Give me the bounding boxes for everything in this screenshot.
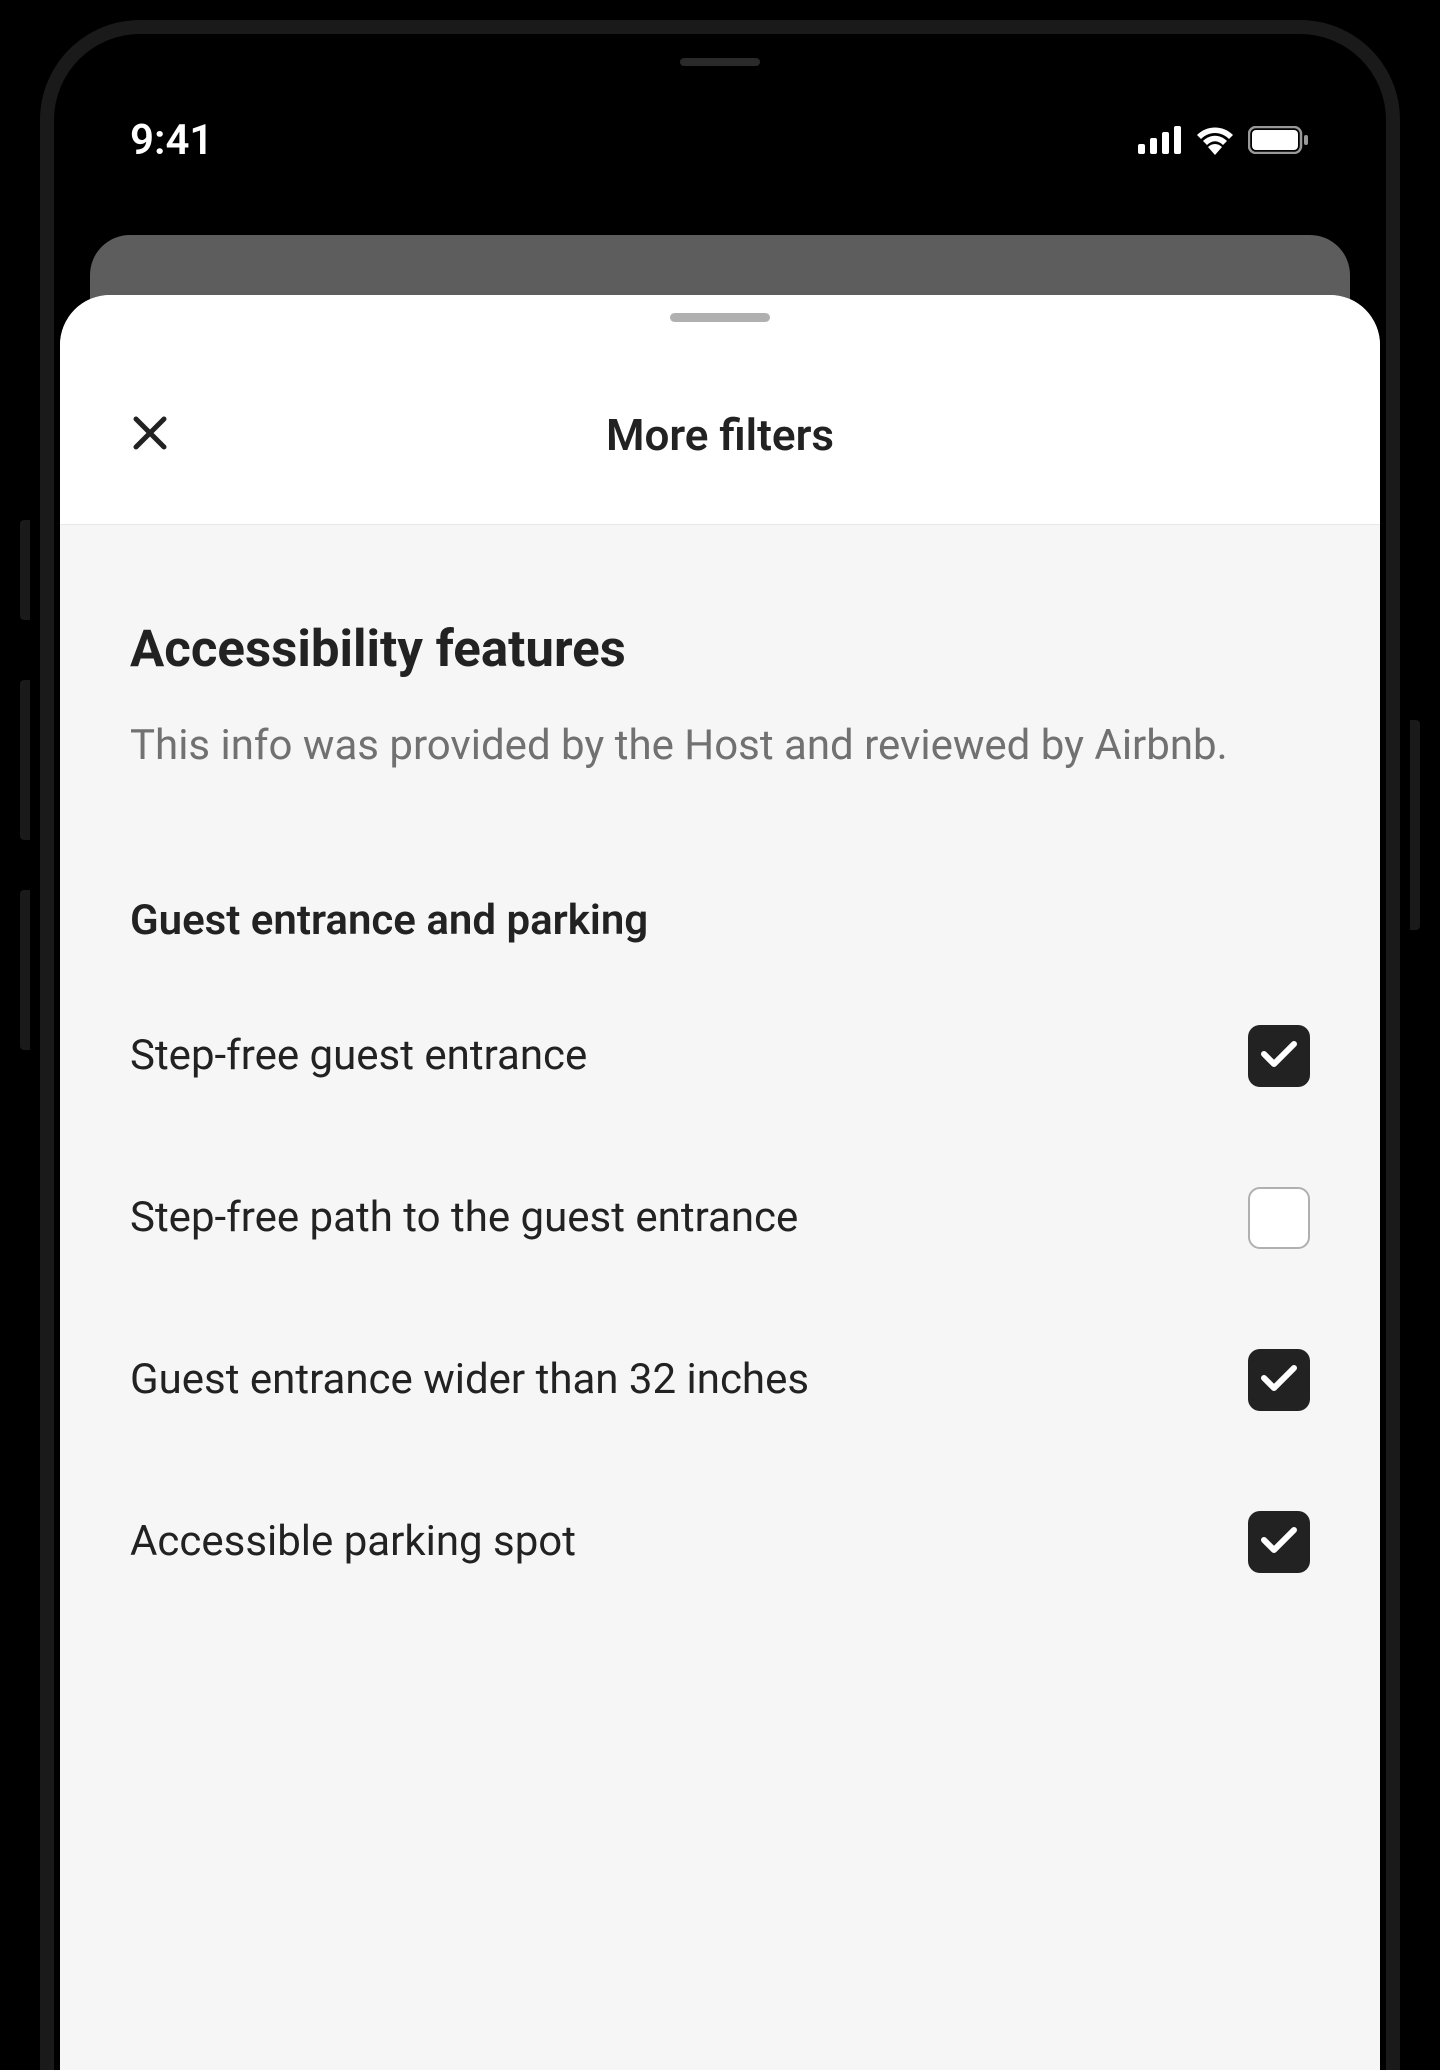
filter-label: Accessible parking spot [130,1513,810,1572]
filter-row-step-free-entrance[interactable]: Step-free guest entrance [130,1025,1310,1087]
wifi-icon [1194,125,1236,155]
filter-label: Step-free guest entrance [130,1027,810,1086]
phone-screen: 9:41 [60,40,1380,2070]
check-icon [1260,1363,1298,1397]
earpiece [680,58,760,66]
close-button[interactable] [125,410,175,460]
checkbox-step-free-path[interactable] [1248,1187,1310,1249]
status-icons [1138,105,1310,155]
filter-label: Step-free path to the guest entrance [130,1189,810,1248]
filter-row-accessible-parking[interactable]: Accessible parking spot [130,1511,1310,1573]
checkbox-accessible-parking[interactable] [1248,1511,1310,1573]
close-icon [132,415,168,455]
checkbox-step-free-entrance[interactable] [1248,1025,1310,1087]
phone-frame: 9:41 [0,0,1440,2070]
filters-modal: More filters Accessibility features This… [60,295,1380,2070]
power-button [1410,720,1420,930]
filter-row-step-free-path[interactable]: Step-free path to the guest entrance [130,1187,1310,1249]
subsection-title: Guest entrance and parking [130,896,1310,945]
volume-down-button [20,890,30,1050]
check-icon [1260,1525,1298,1559]
cellular-icon [1138,126,1182,154]
filter-row-entrance-width[interactable]: Guest entrance wider than 32 inches [130,1349,1310,1411]
section-title: Accessibility features [130,620,1310,679]
battery-icon [1248,126,1310,154]
modal-content: Accessibility features This info was pro… [60,525,1380,1573]
phone-notch [565,40,875,90]
phone-body: 9:41 [40,20,1400,2070]
check-icon [1260,1039,1298,1073]
checkbox-entrance-width[interactable] [1248,1349,1310,1411]
modal-header: More filters [60,295,1380,525]
volume-button [20,520,30,620]
drag-handle[interactable] [670,313,770,322]
section-description: This info was provided by the Host and r… [130,715,1310,776]
status-time: 9:41 [130,96,213,165]
modal-title: More filters [606,359,834,461]
volume-up-button [20,680,30,840]
filter-label: Guest entrance wider than 32 inches [130,1351,810,1410]
